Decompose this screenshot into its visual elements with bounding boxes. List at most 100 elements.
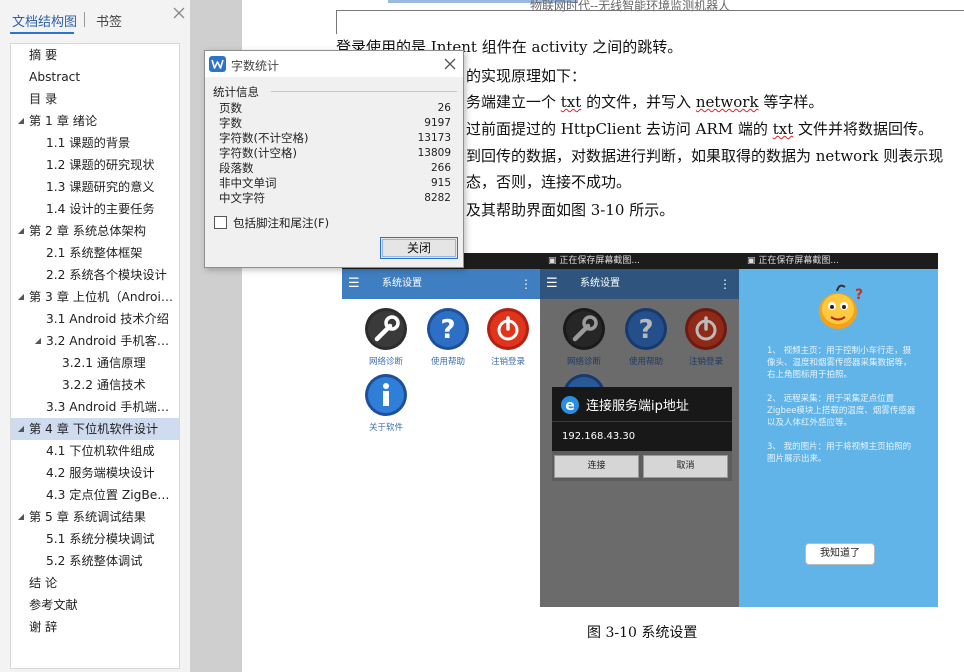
dialog-title-bar[interactable]: 字数统计: [205, 51, 463, 77]
word-count-dialog: 字数统计 统计信息 页数 26 字数 9197 字符数(不计空格) 13173 …: [204, 50, 464, 268]
more-vert-icon: ⋮: [719, 277, 731, 291]
stat-value: 26: [437, 102, 451, 114]
collapse-arrow-icon[interactable]: ◢: [17, 286, 25, 308]
outline-item[interactable]: ◢ 第 2 章 系统总体架构: [11, 220, 179, 242]
got-it-button: 我知道了: [805, 543, 875, 565]
outline-item[interactable]: 4.3 定点位置 ZigBee 模块: [11, 484, 179, 506]
collapse-arrow-icon[interactable]: ◢: [17, 418, 25, 440]
outline-item[interactable]: 摘 要: [11, 44, 179, 66]
close-icon[interactable]: [172, 6, 186, 20]
outline-item-selected[interactable]: ◢ 第 4 章 下位机软件设计: [11, 418, 179, 440]
outline-item[interactable]: Abstract: [11, 66, 179, 88]
stat-row: 字符数(计空格) 13809: [219, 146, 451, 160]
outline-item[interactable]: 3.2.2 通信技术: [11, 374, 179, 396]
dialog-title: 字数统计: [231, 59, 280, 73]
close-button[interactable]: 关闭: [380, 237, 458, 259]
help-icon: ?: [427, 308, 469, 350]
outline-item[interactable]: 参考文献: [11, 594, 179, 616]
screenshot-icon: ▣: [747, 256, 759, 266]
tile-label: 注销登录: [490, 357, 525, 367]
status-text: 正在保存屏幕截图...: [559, 256, 640, 266]
svg-text:e: e: [565, 398, 575, 414]
section-divider: [271, 91, 457, 92]
tile-label: 网络诊断: [368, 357, 403, 367]
outline-item[interactable]: 2.2 系统各个模块设计: [11, 264, 179, 286]
mascot-icon: ?: [819, 284, 863, 329]
svg-text:?: ?: [638, 315, 653, 345]
body-text-line: 务端建立一个 txt 的文件，并写入 network 等字样。: [466, 92, 823, 112]
tile-help: ? 使用帮助: [418, 307, 478, 377]
active-tab-indicator: [10, 32, 74, 34]
collapse-arrow-icon[interactable]: ◢: [17, 506, 25, 528]
outline-item[interactable]: ◢ 第 5 章 系统调试结果: [11, 506, 179, 528]
dialog-button-row: 连接 取消: [552, 451, 732, 481]
outline-item[interactable]: 4.1 下位机软件组成: [11, 440, 179, 462]
stat-row: 中文字符 8282: [219, 191, 451, 205]
outline-item[interactable]: 5.1 系统分模块调试: [11, 528, 179, 550]
figure-screenshots: ☰ 系统设置 ⋮ 网络诊断 ? 使用帮助 注销登录 关于软件 ▣ 正在保存屏幕截…: [342, 253, 938, 607]
status-text: 正在保存屏幕截图...: [758, 256, 839, 266]
ip-address-dialog: e 连接服务端ip地址 192.168.43.30 连接 取消: [552, 387, 732, 481]
collapse-arrow-icon[interactable]: ◢: [17, 220, 25, 242]
power-icon: [487, 308, 529, 350]
tile-network-diagnosis: 网络诊断: [554, 307, 614, 377]
outline-item[interactable]: 1.2 课题的研究现状: [11, 154, 179, 176]
tile-label: 使用帮助: [430, 357, 465, 367]
spellcheck-word: network: [695, 93, 759, 111]
close-icon[interactable]: [443, 57, 457, 71]
outline-item[interactable]: 4.2 服务端模块设计: [11, 462, 179, 484]
dialog-divider: [552, 421, 732, 422]
tile-label: 网络诊断: [566, 357, 601, 367]
phone-ip-dialog-screen: ▣ 正在保存屏幕截图... ☰ 系统设置 ⋮ 网络诊断 ? 使用帮助 注销登录 …: [540, 253, 739, 607]
stat-label: 字数: [219, 116, 242, 130]
stat-label: 中文字符: [219, 191, 265, 205]
text-run: 文件并将数据回传。: [793, 120, 933, 138]
stat-row: 字数 9197: [219, 116, 451, 130]
tile-network-diagnosis: 网络诊断: [356, 307, 416, 377]
svg-text:?: ?: [855, 287, 863, 303]
outline-item[interactable]: ◢ 3.2 Android 手机客户端: [11, 330, 179, 352]
wps-writer-icon: [209, 56, 226, 72]
phone-status-bar: ▣ 正在保存屏幕截图...: [739, 253, 938, 269]
text-run: 的文件，并写入: [581, 93, 696, 111]
spellcheck-word: txt: [560, 93, 582, 111]
stat-label: 字符数(不计空格): [219, 131, 309, 145]
tab-bookmarks[interactable]: 书签: [96, 11, 122, 30]
outline-item[interactable]: 1.4 设计的主要任务: [11, 198, 179, 220]
outline-item[interactable]: ◢第 3 章 上位机（Android 手机）: [11, 286, 179, 308]
menu-icon: ☰: [546, 276, 558, 291]
phone-app-bar: ☰ 系统设置 ⋮: [540, 269, 739, 299]
outline-item[interactable]: 目 录: [11, 88, 179, 110]
outline-item[interactable]: 1.1 课题的背景: [11, 132, 179, 154]
collapse-arrow-icon[interactable]: ◢: [17, 110, 25, 132]
tile-logout: 注销登录: [676, 307, 736, 377]
outline-item[interactable]: 1.3 课题研究的意义: [11, 176, 179, 198]
outline-item[interactable]: 3.3 Android 手机端软件: [11, 396, 179, 418]
body-text-line: 过前面提过的 HttpClient 去访问 ARM 端的 txt 文件并将数据回…: [466, 119, 933, 139]
info-icon: [365, 374, 407, 416]
collapse-arrow-icon[interactable]: ◢: [34, 330, 42, 352]
connect-button: 连接: [554, 455, 639, 478]
text-run: 到回传的数据，对数据进行判断，如果取得的数据为 network 则表示现: [466, 147, 944, 165]
page-header-rule: [336, 10, 964, 11]
spellcheck-word: txt: [772, 120, 794, 138]
tile-about: 关于软件: [356, 373, 416, 443]
wrench-icon: [365, 308, 407, 350]
include-footnotes-label[interactable]: 包括脚注和尾注(F): [233, 215, 329, 231]
more-vert-icon: ⋮: [520, 277, 532, 291]
body-text-line: 到回传的数据，对数据进行判断，如果取得的数据为 network 则表示现: [466, 146, 943, 166]
tab-document-structure[interactable]: 文档结构图: [12, 11, 77, 30]
outline-item[interactable]: 3.2.1 通信原理: [11, 352, 179, 374]
outline-item[interactable]: 2.1 系统整体框架: [11, 242, 179, 264]
outline-item[interactable]: ◢ 第 1 章 绪论: [11, 110, 179, 132]
tab-separator: [84, 12, 85, 27]
outline-item[interactable]: 5.2 系统整体调试: [11, 550, 179, 572]
include-footnotes-checkbox[interactable]: [214, 216, 227, 229]
outline-item[interactable]: 3.1 Android 技术介绍: [11, 308, 179, 330]
stat-value: 13809: [417, 147, 451, 159]
help-item: 3、 我的图片：用于将视频主页拍照的图片展示出来。: [767, 442, 912, 464]
outline-item[interactable]: 谢 辞: [11, 616, 179, 638]
outline-item[interactable]: 结 论: [11, 572, 179, 594]
text-run: 等字样。: [758, 93, 824, 111]
figure-caption: 图 3-10 系统设置: [587, 625, 698, 641]
